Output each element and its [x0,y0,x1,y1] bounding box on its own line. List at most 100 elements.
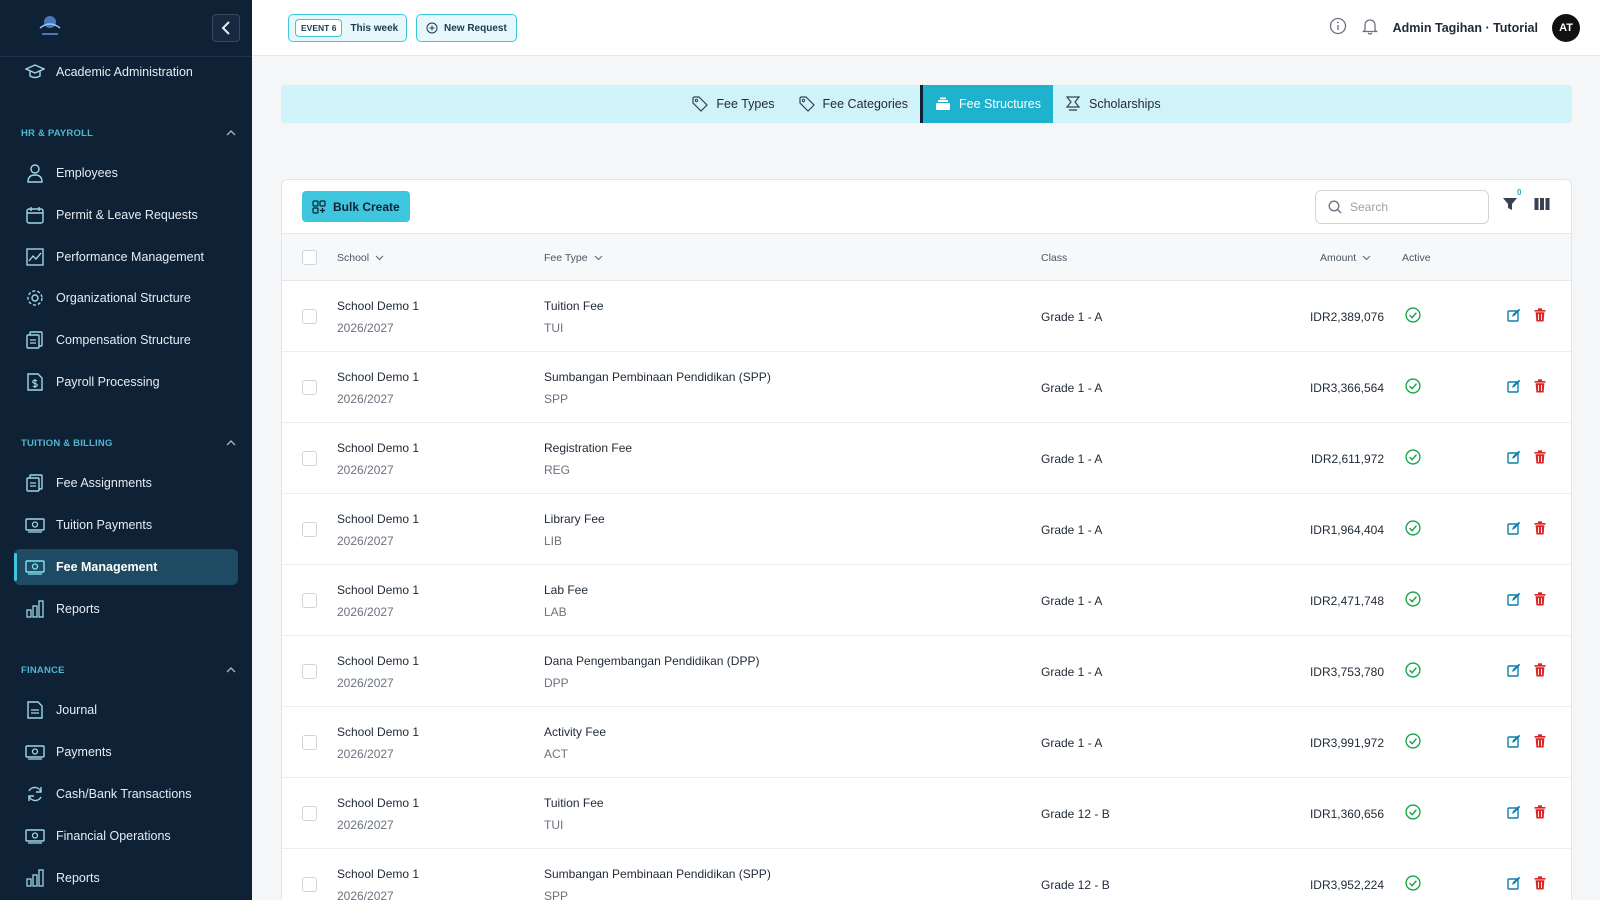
collapse-sidebar-button[interactable] [212,14,240,42]
avatar[interactable]: AT [1552,14,1580,42]
fee-type-cell: Tuition Fee TUI [544,778,604,849]
sidebar-item-fee-assignments[interactable]: Fee Assignments [14,465,238,501]
delete-icon[interactable] [1532,449,1548,465]
sidebar-item-compensation[interactable]: Compensation Structure [14,322,238,358]
sidebar-item-performance[interactable]: Performance Management [14,239,238,275]
school-cell: School Demo 1 2026/2027 [337,849,419,900]
tab-label: Scholarships [1089,97,1161,111]
sidebar-item-label: Tuition Payments [56,518,153,532]
section-hr-payroll[interactable]: HR & PAYROLL [21,125,236,141]
tab-scholarships[interactable]: Scholarships [1053,85,1173,123]
section-tuition-billing[interactable]: TUITION & BILLING [21,435,236,451]
columns-icon[interactable] [1534,197,1552,213]
row-checkbox[interactable] [302,281,317,352]
table-row[interactable]: School Demo 1 2026/2027 Registration Fee RE… [282,423,1571,494]
amount-cell: IDR3,991,972 [1309,735,1384,750]
row-checkbox[interactable] [302,849,317,900]
tab-fee-categories[interactable]: Fee Categories [787,85,920,123]
edit-icon[interactable] [1506,662,1522,678]
bell-icon[interactable] [1361,17,1379,40]
search-box [1315,190,1489,224]
edit-icon[interactable] [1506,591,1522,607]
edit-icon[interactable] [1506,307,1522,323]
sidebar-item-finance-reports[interactable]: Reports [14,860,238,896]
sidebar-item-label: Reports [56,602,100,616]
delete-icon[interactable] [1532,662,1548,678]
column-label: School [337,251,370,264]
academic-year: 2026/2027 [337,320,394,335]
event-chip[interactable]: EVENT 6 This week [288,14,408,42]
table-row[interactable]: School Demo 1 2026/2027 Tuition Fee TUI Grad… [282,281,1571,352]
row-checkbox[interactable] [302,423,317,494]
sidebar-item-fee-management[interactable]: Fee Management [14,549,238,585]
active-check-icon [1405,520,1421,536]
filter-icon[interactable] [1502,196,1522,216]
school-name: School Demo 1 [337,795,420,810]
table-row[interactable]: School Demo 1 2026/2027 Library Fee LIB Grad… [282,494,1571,565]
section-title: HR & PAYROLL [21,127,94,139]
delete-icon[interactable] [1532,591,1548,607]
fee-type-cell: Lab Fee LAB [544,565,588,636]
new-request-button[interactable]: New Request [416,14,517,42]
sidebar-item-label: Employees [56,166,118,180]
delete-icon[interactable] [1532,733,1548,749]
fee-type-cell: Sumbangan Pembinaan Pendidikan (SPP) SPP [544,849,771,900]
academic-year: 2026/2027 [337,391,394,406]
info-icon[interactable] [1329,17,1347,40]
sidebar-item-academic-administration[interactable]: Academic Administration [14,54,238,90]
sidebar-item-permit-leave[interactable]: Permit & Leave Requests [14,197,238,233]
edit-icon[interactable] [1506,804,1522,820]
fee-type-cell: Dana Pengembangan Pendidikan (DPP) DPP [544,636,759,707]
edit-icon[interactable] [1506,449,1522,465]
row-checkbox[interactable] [302,494,317,565]
fee-name: Tuition Fee [544,795,604,810]
row-checkbox[interactable] [302,565,317,636]
sidebar-item-tuition-reports[interactable]: Reports [14,591,238,627]
column-class[interactable]: Class [1041,234,1067,281]
table-row[interactable]: School Demo 1 2026/2027 Dana Pengembangan … [282,636,1571,707]
user-name[interactable]: Admin Tagihan · Tutorial [1393,21,1538,35]
tab-fee-types[interactable]: Fee Types [680,85,786,123]
table-row[interactable]: School Demo 1 2026/2027 Sumbangan Pembinaa… [282,849,1571,900]
edit-icon[interactable] [1506,875,1522,891]
table-row[interactable]: School Demo 1 2026/2027 Activity Fee ACT Gra… [282,707,1571,778]
delete-icon[interactable] [1532,875,1548,891]
search-input[interactable] [1350,200,1470,214]
column-amount[interactable]: Amount [1320,234,1371,281]
row-checkbox[interactable] [302,778,317,849]
delete-icon[interactable] [1532,804,1548,820]
school-name: School Demo 1 [337,511,420,526]
sidebar-item-employees[interactable]: Employees [14,155,238,191]
edit-icon[interactable] [1506,733,1522,749]
sidebar-item-tuition-payments[interactable]: Tuition Payments [14,507,238,543]
edit-icon[interactable] [1506,378,1522,394]
sidebar-item-financial-operations[interactable]: Financial Operations [14,818,238,854]
row-checkbox[interactable] [302,636,317,707]
sidebar-item-payments[interactable]: Payments [14,734,238,770]
column-school[interactable]: School [337,234,384,281]
row-checkbox[interactable] [302,352,317,423]
column-fee-type[interactable]: Fee Type [544,234,603,281]
table-row[interactable]: School Demo 1 2026/2027 Lab Fee LAB Grade 1 … [282,565,1571,636]
filter-count-badge: 0 [1517,188,1522,197]
table-row[interactable]: School Demo 1 2026/2027 Tuition Fee TUI Grad… [282,778,1571,849]
fee-name: Lab Fee [544,582,589,597]
row-checkbox[interactable] [302,707,317,778]
tab-fee-structures[interactable]: Fee Structures [920,85,1053,123]
column-active[interactable]: Active [1402,234,1431,281]
sidebar-item-cash-bank[interactable]: Cash/Bank Transactions [14,776,238,812]
delete-icon[interactable] [1532,378,1548,394]
sidebar-item-payroll[interactable]: Payroll Processing [14,364,238,400]
edit-icon[interactable] [1506,520,1522,536]
sidebar-item-org-structure[interactable]: Organizational Structure [14,280,238,316]
section-finance[interactable]: FINANCE [21,662,236,678]
delete-icon[interactable] [1532,307,1548,323]
sidebar-item-label: Permit & Leave Requests [56,208,198,222]
table-row[interactable]: School Demo 1 2026/2027 Sumbangan Pembinaa… [282,352,1571,423]
delete-icon[interactable] [1532,520,1548,536]
fee-type-cell: Sumbangan Pembinaan Pendidikan (SPP) SPP [544,352,771,423]
bulk-create-button[interactable]: Bulk Create [302,191,410,222]
select-all-checkbox[interactable] [302,234,317,281]
academic-cap-icon [24,61,46,83]
sidebar-item-journal[interactable]: Journal [14,692,238,728]
